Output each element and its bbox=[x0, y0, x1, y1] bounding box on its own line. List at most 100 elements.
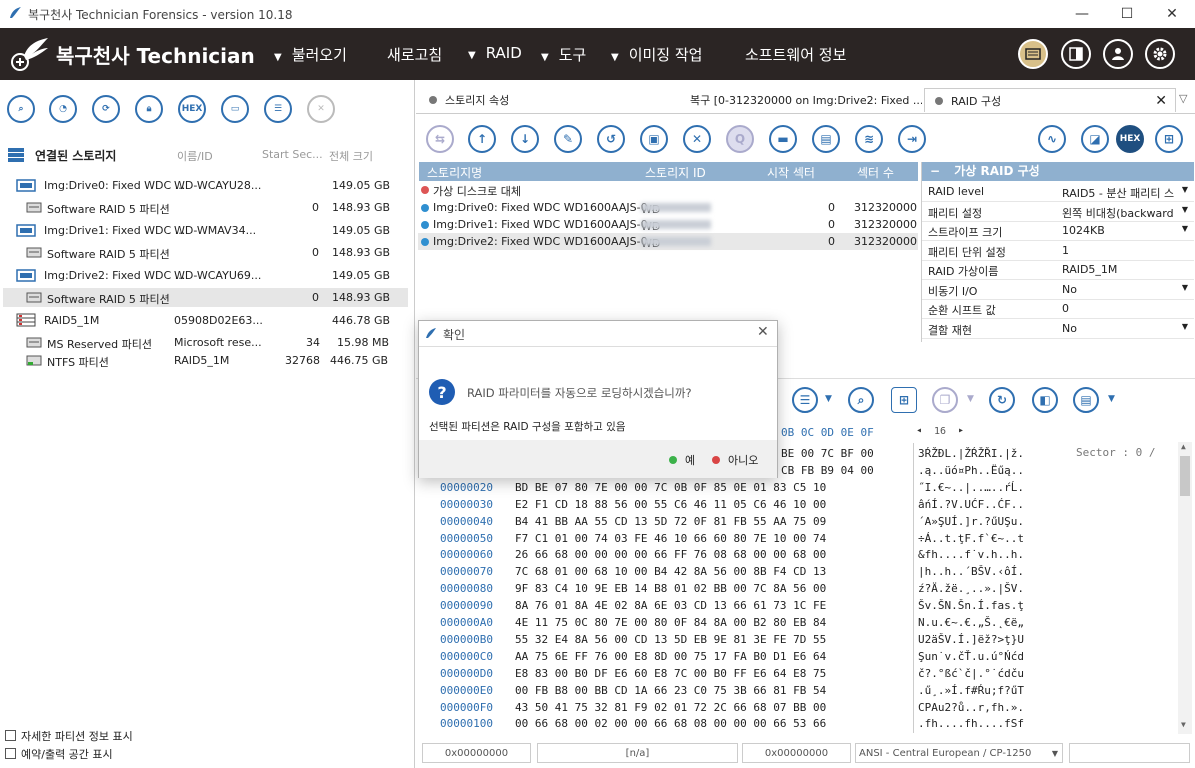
disk-scan-icon[interactable]: ◔ bbox=[49, 95, 77, 123]
storage-row-selected[interactable]: Software RAID 5 파티션 0 148.93 GB bbox=[3, 288, 408, 307]
raid-prop-row[interactable]: 결함 재현 No ▼ bbox=[922, 319, 1194, 339]
menu-tools[interactable]: ▼ 도구 bbox=[541, 44, 586, 65]
dropdown-arrow-icon[interactable]: ▼ bbox=[1182, 224, 1188, 233]
grid-icon[interactable]: ⊞ bbox=[1155, 125, 1183, 153]
hex-ascii[interactable]: .ą..üó¤Ph..Ëűą.. bbox=[918, 464, 1024, 481]
folder-icon[interactable]: ▬ bbox=[769, 125, 797, 153]
storage-table-row[interactable]: Img:Drive1: Fixed WDC WD1600AAJS-0... WD… bbox=[418, 216, 918, 233]
hex-ascii[interactable]: Şun˙v.čŤ.u.ú°Ńćd bbox=[918, 650, 1024, 667]
hex-bytes[interactable]: F7 C1 01 00 74 03 FE 46 10 66 60 80 7E 1… bbox=[515, 532, 826, 549]
raid-prop-row[interactable]: RAID level RAID5 - 분산 패리티 스 ▼ bbox=[922, 182, 1194, 202]
prop-value[interactable]: No bbox=[1062, 322, 1180, 335]
hex-bytes[interactable]: BE 00 7C BF 00 bbox=[781, 447, 874, 464]
tab-close-icon[interactable]: ✕ bbox=[1155, 93, 1167, 109]
raid-prop-row[interactable]: 순환 시프트 값 0 bbox=[922, 299, 1194, 319]
dropdown-arrow-icon[interactable]: ▼ bbox=[967, 394, 974, 404]
hex-bytes[interactable]: 00 66 68 00 02 00 00 66 68 08 00 00 00 6… bbox=[515, 717, 826, 734]
waveform-icon[interactable]: ∿ bbox=[1038, 125, 1066, 153]
hex-bytes[interactable]: 8A 76 01 8A 4E 02 8A 6E 03 CD 13 66 61 7… bbox=[515, 599, 826, 616]
tab-recovery[interactable]: 복구 [0-312320000 on Img:Drive2: Fixed ... bbox=[682, 88, 922, 112]
hex-ascii[interactable]: CPAu2?ů..r,fh.». bbox=[918, 701, 1024, 718]
menu-software-info[interactable]: 소프트웨어 정보 bbox=[745, 44, 846, 65]
tab-raid-config[interactable]: RAID 구성 ✕ bbox=[924, 88, 1176, 112]
search-icon[interactable]: ⌕ bbox=[7, 95, 35, 123]
raid-shuffle-icon[interactable]: ⇆ bbox=[426, 125, 454, 153]
hex-bytes[interactable]: 00 FB B8 00 BB CD 1A 66 23 C0 75 3B 66 8… bbox=[515, 684, 826, 701]
hex-ascii[interactable]: U2äŠV.Í.]ëž?>ţ}U bbox=[918, 633, 1024, 650]
raid-prop-row[interactable]: 패리티 설정 왼쪽 비대칭(backward ▼ bbox=[922, 202, 1194, 222]
prop-value[interactable]: 1024KB bbox=[1062, 224, 1180, 237]
storage-row[interactable]: Software RAID 5 파티션 0 148.93 GB bbox=[0, 243, 410, 262]
hex-ascii[interactable]: |h..h..´BŠV.‹ôÍ. bbox=[918, 565, 1024, 582]
chip-icon[interactable]: ▣ bbox=[640, 125, 668, 153]
hex-bytes[interactable]: BD BE 07 80 7E 00 00 7C 0B 0F 85 0E 01 8… bbox=[515, 481, 826, 498]
edit-icon[interactable]: ✎ bbox=[554, 125, 582, 153]
split-view-icon[interactable]: ◧ bbox=[1032, 387, 1058, 413]
storage-row[interactable]: Img:Drive1: Fixed WDC ... WD-WMAV34... 1… bbox=[0, 221, 410, 240]
storage-row[interactable]: MS Reserved 파티션 Microsoft rese... 34 15.… bbox=[0, 333, 410, 352]
hex-view-button[interactable]: HEX bbox=[178, 95, 206, 123]
hex-bytes[interactable]: AA 75 6E FF 76 00 E8 8D 00 75 17 FA B0 D… bbox=[515, 650, 826, 667]
hex-ascii[interactable]: ź?Ä.žë.¸..».|ŠV. bbox=[918, 582, 1024, 599]
prop-value[interactable]: 0 bbox=[1062, 302, 1180, 315]
prop-value[interactable]: 1 bbox=[1062, 244, 1180, 257]
reload-icon[interactable]: ↻ bbox=[989, 387, 1015, 413]
storage-table-row-selected[interactable]: Img:Drive2: Fixed WDC WD1600AAJS-0... WD… bbox=[418, 233, 918, 250]
menu-raid[interactable]: ▼ RAID bbox=[468, 44, 522, 62]
hex-ascii[interactable]: &fh....f˙v.h..h. bbox=[918, 548, 1024, 565]
list-view-icon[interactable]: ☰ bbox=[792, 387, 818, 413]
copy-icon[interactable]: ❐ bbox=[932, 387, 958, 413]
tab-overflow-icon[interactable]: ▽ bbox=[1179, 92, 1187, 105]
storage-row[interactable]: RAID5_1M 05908D02E63... 446.78 GB bbox=[0, 311, 410, 330]
dropdown-arrow-icon[interactable]: ▼ bbox=[825, 394, 832, 404]
dialog-close-icon[interactable]: ✕ bbox=[757, 324, 769, 340]
prop-value[interactable]: No bbox=[1062, 283, 1180, 296]
close-button[interactable]: ✕ bbox=[1149, 0, 1195, 28]
dropdown-arrow-icon[interactable]: ▼ bbox=[1182, 205, 1188, 214]
detail-partition-checkbox[interactable] bbox=[5, 730, 16, 741]
hex-ascii[interactable]: âńÍ.?V.UĆF..ĆF.. bbox=[918, 498, 1024, 515]
dropdown-arrow-icon[interactable]: ▼ bbox=[1182, 283, 1188, 292]
settings-button[interactable] bbox=[1145, 39, 1175, 69]
scroll-thumb[interactable] bbox=[1180, 456, 1190, 496]
prop-value[interactable]: RAID5 - 분산 패리티 스 bbox=[1062, 185, 1180, 201]
move-up-icon[interactable]: ↑ bbox=[468, 125, 496, 153]
export-icon[interactable]: ⇥ bbox=[898, 125, 926, 153]
hex-bytes[interactable]: 9F 83 C4 10 9E EB 14 B8 01 02 BB 00 7C 8… bbox=[515, 582, 826, 599]
hex-bytes[interactable]: 55 32 E4 8A 56 00 CD 13 5D EB 9E 81 3E F… bbox=[515, 633, 826, 650]
prop-value[interactable]: 왼쪽 비대칭(backward bbox=[1062, 205, 1180, 221]
close-icon[interactable]: ✕ bbox=[307, 95, 335, 123]
user-button[interactable] bbox=[1103, 39, 1133, 69]
undo-icon[interactable]: ↺ bbox=[597, 125, 625, 153]
hex-bytes[interactable]: 26 66 68 00 00 00 00 66 FF 76 08 68 00 0… bbox=[515, 548, 826, 565]
menu-load[interactable]: ▼ 불러오기 bbox=[274, 44, 347, 65]
find-icon[interactable]: ⌕ bbox=[848, 387, 874, 413]
scroll-down-icon[interactable]: ▼ bbox=[1181, 720, 1186, 729]
storage-row[interactable]: Software RAID 5 파티션 0 148.93 GB bbox=[0, 198, 410, 217]
hex-ascii[interactable]: č?.°ßć`č|.°˙ćdču bbox=[918, 667, 1024, 684]
layers-icon[interactable]: ≋ bbox=[855, 125, 883, 153]
raid-prop-row[interactable]: 비동기 I/O No ▼ bbox=[922, 280, 1194, 300]
hex-icon[interactable]: HEX bbox=[1116, 125, 1144, 153]
query-icon[interactable]: Q bbox=[726, 125, 754, 153]
storage-table-row[interactable]: Img:Drive0: Fixed WDC WD1600AAJS-0... WD… bbox=[418, 199, 918, 216]
page-next-icon[interactable]: ▸ bbox=[958, 425, 964, 436]
save-icon[interactable]: ▤ bbox=[812, 125, 840, 153]
storage-table-row[interactable]: 가상 디스크로 대체 bbox=[418, 181, 918, 198]
raid-prop-row[interactable]: RAID 가상이름 RAID5_1M bbox=[922, 260, 1194, 280]
hex-bytes[interactable]: 7C 68 01 00 68 10 00 B4 42 8A 56 00 8B F… bbox=[515, 565, 826, 582]
storage-row[interactable]: NTFS 파티션 RAID5_1M 32768 446.75 GB bbox=[0, 351, 410, 370]
hex-ascii[interactable]: ÷Á..t.ţF.f`€~..t bbox=[918, 532, 1024, 549]
prop-value[interactable]: RAID5_1M bbox=[1062, 263, 1180, 276]
hex-ascii[interactable]: 3ŔŽĐL.|ŽŔŽŘI.|ž. bbox=[918, 447, 1024, 464]
hex-bytes[interactable]: 4E 11 75 0C 80 7E 00 80 0F 84 8A 00 B2 8… bbox=[515, 616, 826, 633]
hex-ascii[interactable]: .ű¸.»Í.f#Ŕu;f?űT bbox=[918, 684, 1024, 701]
storage-row[interactable]: Img:Drive2: Fixed WDC ... WD-WCAYU69... … bbox=[0, 266, 410, 285]
hex-bytes[interactable]: CB FB B9 04 00 bbox=[781, 464, 874, 481]
reserved-space-checkbox[interactable] bbox=[5, 748, 16, 759]
list-icon[interactable]: ☰ bbox=[264, 95, 292, 123]
dropdown-arrow-icon[interactable]: ▼ bbox=[1182, 322, 1188, 331]
panel-layout-button[interactable] bbox=[1061, 39, 1091, 69]
hex-ascii[interactable]: Šv.ŠN.Šn.Í.fas.ţ bbox=[918, 599, 1024, 616]
encoding-select[interactable]: ANSI - Central European / CP-1250 ▼ bbox=[855, 743, 1063, 763]
